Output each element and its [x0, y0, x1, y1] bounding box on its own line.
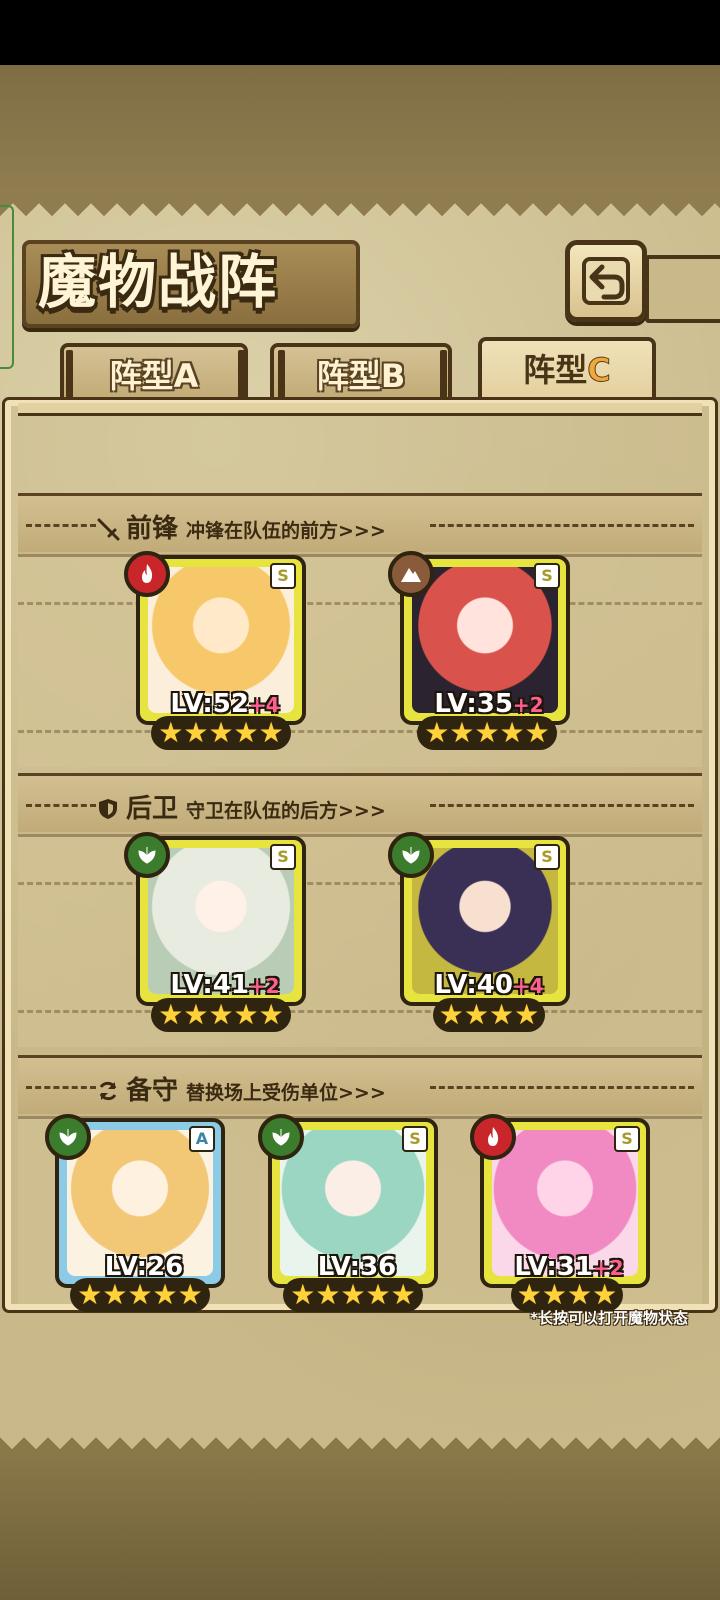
divider [26, 804, 96, 807]
section-label: 备守 [126, 1076, 179, 1106]
panel-top-rail [18, 403, 702, 416]
section-front-row [18, 552, 702, 767]
grade-badge: S [534, 844, 560, 870]
section-front-header: 前锋 冲锋在队伍的前方>>> [18, 493, 702, 557]
level-plus: +2 [248, 974, 280, 998]
tab-formation-b[interactable]: 阵型B [270, 343, 452, 405]
tab-post [66, 350, 73, 400]
back-button[interactable] [565, 240, 647, 322]
grade-badge: S [534, 563, 560, 589]
row-line [18, 1010, 702, 1013]
grade-badge: S [402, 1126, 428, 1152]
tab-suffix: A [173, 357, 199, 395]
tab-suffix: C [587, 351, 612, 390]
divider [26, 1086, 96, 1089]
grade-badge: A [189, 1126, 215, 1152]
section-desc: 守卫在队伍的后方>>> [186, 800, 386, 822]
tab-suffix: B [380, 357, 406, 395]
star-rating: ★★★★★ [70, 1278, 210, 1312]
tab-post [238, 350, 245, 400]
refresh-icon [96, 1079, 120, 1107]
star-rating: ★★★★★ [151, 716, 291, 750]
divider [430, 804, 694, 807]
grade-badge: S [270, 563, 296, 589]
section-reserve-header: 备守 替换场上受伤单位>>> [18, 1055, 702, 1119]
tab-label: 阵型 [109, 357, 174, 395]
level-label: LV:41+2 [140, 970, 310, 1000]
level-plus: +4 [512, 974, 544, 998]
section-desc: 冲锋在队伍的前方>>> [186, 520, 386, 542]
star-rating: ★★★★ [433, 998, 545, 1032]
section-label: 后卫 [126, 794, 179, 824]
level-plus: +4 [248, 693, 280, 717]
star-rating: ★★★★★ [151, 998, 291, 1032]
grade-badge: S [614, 1126, 640, 1152]
level-label: LV:52+4 [140, 689, 310, 719]
plant-element-icon [388, 832, 434, 878]
row-line [18, 602, 702, 605]
level-plus: +2 [512, 693, 544, 717]
map-footer-band [0, 1450, 720, 1600]
torn-edge-bottom [0, 1437, 720, 1461]
level-value: LV:40 [434, 970, 513, 1000]
level-value: LV:52 [170, 689, 249, 719]
divider [26, 524, 96, 527]
earth-element-icon [388, 551, 434, 597]
section-back-row [18, 832, 702, 1047]
grade-badge: S [270, 844, 296, 870]
row-line [18, 730, 702, 733]
level-label: LV:40+4 [404, 970, 574, 1000]
map-header-band [0, 65, 720, 190]
shield-icon [96, 797, 120, 825]
row-line [18, 882, 702, 885]
tab-post [278, 350, 285, 400]
section-reserve-title: 备守 替换场上受伤单位>>> [96, 1070, 386, 1107]
side-drawer-handle[interactable] [0, 205, 14, 369]
level-value: LV:41 [170, 970, 249, 1000]
star-rating: ★★★★★ [283, 1278, 423, 1312]
level-plus: +2 [592, 1256, 624, 1280]
back-button-tail [645, 255, 720, 323]
long-press-hint: *长按可以打开魔物状态 [530, 1309, 688, 1327]
level-value: LV:35 [434, 689, 513, 719]
section-back-header: 后卫 守卫在队伍的后方>>> [18, 773, 702, 837]
section-front-title: 前锋 冲锋在队伍的前方>>> [96, 508, 386, 545]
fire-element-icon [470, 1114, 516, 1160]
section-label: 前锋 [126, 514, 179, 544]
plant-element-icon [258, 1114, 304, 1160]
tab-label: 阵型 [523, 351, 588, 389]
star-rating: ★★★★★ [417, 716, 557, 750]
return-arrow-icon [582, 257, 630, 305]
level-label: LV:35+2 [404, 689, 574, 719]
tab-label: 阵型 [316, 357, 381, 395]
divider [430, 1086, 694, 1089]
section-back-title: 后卫 守卫在队伍的后方>>> [96, 788, 386, 825]
plant-element-icon [45, 1114, 91, 1160]
fire-element-icon [124, 551, 170, 597]
tab-formation-a[interactable]: 阵型A [60, 343, 248, 405]
section-desc: 替换场上受伤单位>>> [186, 1082, 386, 1104]
plant-element-icon [124, 832, 170, 878]
sword-icon [96, 517, 120, 545]
divider [430, 524, 694, 527]
page-title: 魔物战阵 [38, 248, 279, 316]
tab-post [440, 350, 447, 400]
torn-edge-top [0, 190, 720, 216]
